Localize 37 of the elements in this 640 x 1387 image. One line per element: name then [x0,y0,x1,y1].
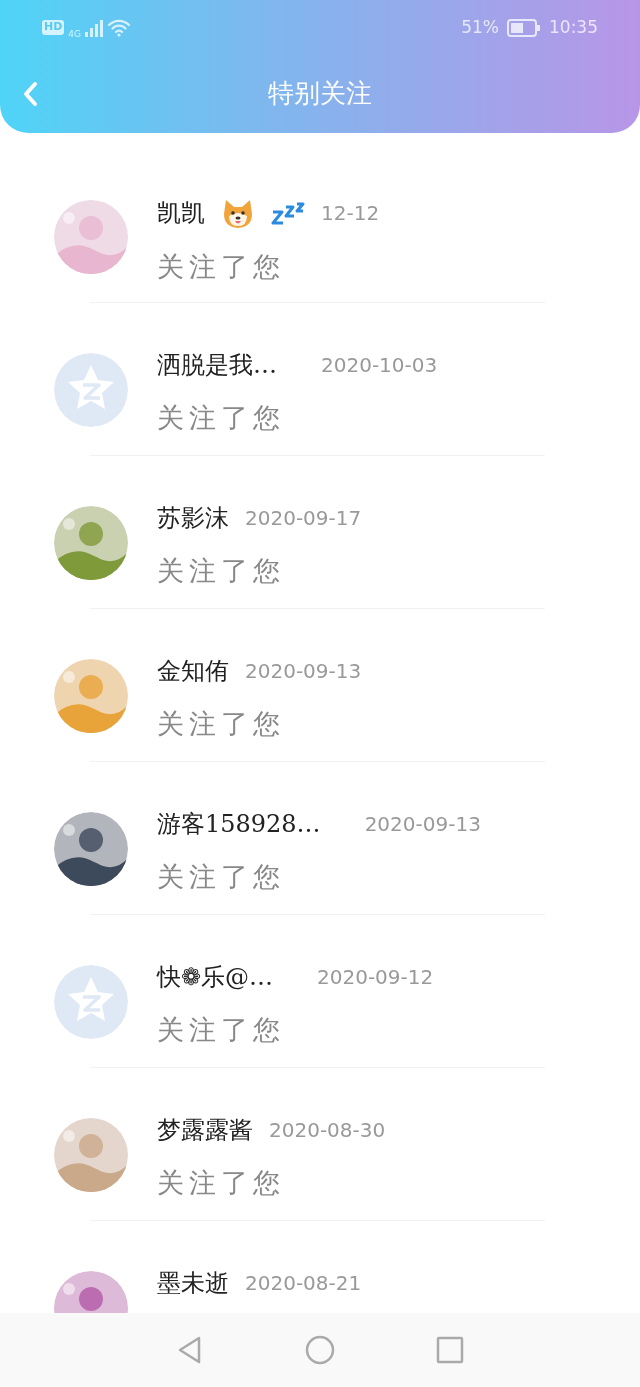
signal-icon [85,18,104,37]
user-name: 梦露露酱 [157,1115,253,1146]
follow-date: 2020-08-30 [269,1117,386,1144]
user-name: 墨未逝 [157,1268,229,1299]
follow-note: 关注了您 [157,1166,286,1200]
follow-date: 2020-08-21 [245,1270,362,1297]
user-name: 凯凯 [157,198,205,229]
follow-date: 2020-09-13 [245,658,362,685]
wifi-icon [107,17,132,38]
battery-icon [507,18,541,37]
follow-note: 关注了您 [157,707,286,741]
follow-date: 2020-09-13 [364,811,481,838]
default-avatar-icon [54,965,128,1039]
clock-time: 10:35 [549,15,598,39]
user-name: 快❁乐@… [157,962,273,993]
follow-note: 关注了您 [157,1013,286,1047]
network-type: 4G [68,30,82,39]
battery-percent: 51% [461,15,499,39]
follow-note: 关注了您 [157,860,286,894]
page-title: 特别关注 [268,78,372,110]
user-name: 洒脱是我… [157,350,277,381]
follow-note: 关注了您 [157,554,286,588]
hd-indicator: HD [42,20,65,35]
user-name: 游客158928… [157,809,321,840]
user-name: 金知侑 [157,656,229,687]
sleeping-icon [271,200,305,226]
follow-date: 12-12 [321,200,380,227]
recents-nav-icon[interactable] [435,1335,465,1365]
follow-note: 关注了您 [157,401,286,435]
follow-date: 2020-10-03 [321,352,438,379]
back-icon [22,81,38,107]
follow-date: 2020-09-12 [317,964,434,991]
follow-note: 关注了您 [157,250,286,284]
follow-date: 2020-09-17 [245,505,362,532]
user-name: 苏影沫 [157,503,229,534]
default-avatar-icon [54,353,128,427]
home-nav-icon[interactable] [305,1335,335,1365]
